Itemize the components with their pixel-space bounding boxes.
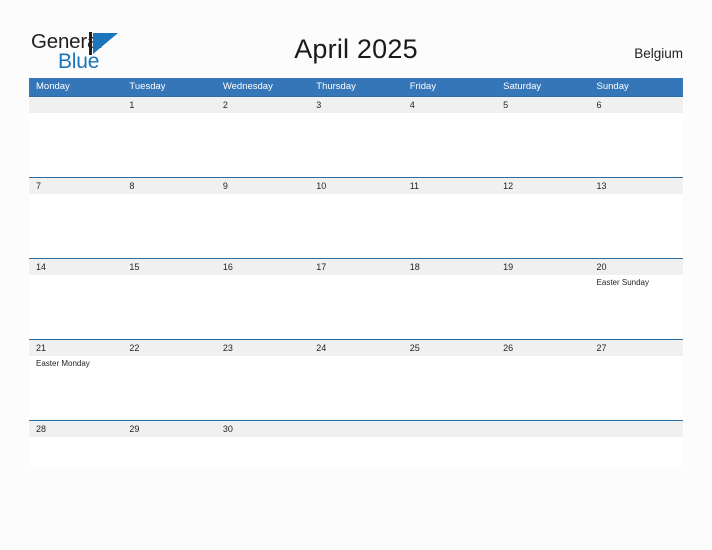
calendar-week-row: 21 22 23 24 25 26 27 Easter Monday [29, 339, 683, 420]
day-cell[interactable] [216, 194, 309, 258]
week-date-band: 28 29 30 [29, 420, 683, 437]
day-cell[interactable] [403, 113, 496, 177]
day-number[interactable]: 15 [122, 259, 215, 275]
day-number[interactable]: 28 [29, 421, 122, 437]
page-header: General Blue April 2025 Belgium [0, 0, 712, 78]
day-number[interactable]: 1 [122, 97, 215, 113]
weekday-header-thursday: Thursday [316, 81, 356, 92]
day-number[interactable]: 4 [403, 97, 496, 113]
day-event: Easter Sunday [596, 278, 650, 287]
week-event-band: Easter Sunday [29, 275, 683, 339]
day-cell[interactable] [590, 437, 683, 467]
week-date-band: 7 8 9 10 11 12 13 [29, 177, 683, 194]
day-number[interactable]: 11 [403, 178, 496, 194]
day-cell[interactable] [496, 275, 589, 339]
day-number[interactable]: 6 [590, 97, 683, 113]
day-cell[interactable] [496, 194, 589, 258]
day-number[interactable]: 14 [29, 259, 122, 275]
calendar-week-row: 7 8 9 10 11 12 13 [29, 177, 683, 258]
country-label: Belgium [634, 46, 683, 61]
day-cell[interactable] [122, 356, 215, 420]
day-number[interactable]: 12 [496, 178, 589, 194]
day-cell[interactable] [403, 356, 496, 420]
day-cell[interactable] [216, 275, 309, 339]
day-cell[interactable] [29, 275, 122, 339]
day-number[interactable]: 2 [216, 97, 309, 113]
day-number[interactable]: 5 [496, 97, 589, 113]
day-cell[interactable] [309, 437, 402, 467]
day-cell[interactable] [590, 356, 683, 420]
day-event: Easter Monday [36, 359, 90, 368]
day-number[interactable] [309, 421, 402, 437]
day-number[interactable]: 9 [216, 178, 309, 194]
day-cell[interactable] [590, 113, 683, 177]
day-cell[interactable] [309, 356, 402, 420]
day-number[interactable]: 17 [309, 259, 402, 275]
day-cell[interactable] [590, 194, 683, 258]
week-event-band [29, 113, 683, 177]
weekday-header-friday: Friday [409, 81, 437, 92]
day-number[interactable] [29, 97, 122, 113]
calendar-week-row: 1 2 3 4 5 6 [29, 96, 683, 177]
day-number[interactable]: 23 [216, 340, 309, 356]
day-number[interactable]: 25 [403, 340, 496, 356]
weekday-header-saturday: Saturday [503, 81, 542, 92]
day-number[interactable] [403, 421, 496, 437]
weekday-header-row: Monday Tuesday Wednesday Thursday Friday… [29, 78, 683, 96]
day-cell[interactable] [309, 194, 402, 258]
day-number[interactable]: 7 [29, 178, 122, 194]
day-cell[interactable] [29, 194, 122, 258]
day-number[interactable]: 8 [122, 178, 215, 194]
day-cell[interactable] [216, 113, 309, 177]
day-cell[interactable] [309, 275, 402, 339]
day-cell[interactable]: Easter Monday [29, 356, 122, 420]
weekday-header-sunday: Sunday [596, 81, 629, 92]
day-cell[interactable] [403, 275, 496, 339]
day-cell[interactable] [122, 194, 215, 258]
day-cell[interactable] [496, 437, 589, 467]
day-number[interactable]: 21 [29, 340, 122, 356]
weekday-header-monday: Monday [36, 81, 70, 92]
day-number[interactable]: 19 [496, 259, 589, 275]
week-date-band: 21 22 23 24 25 26 27 [29, 339, 683, 356]
day-cell[interactable]: Easter Sunday [590, 275, 683, 339]
calendar-grid: Monday Tuesday Wednesday Thursday Friday… [29, 78, 683, 467]
week-event-band: Easter Monday [29, 356, 683, 420]
weekday-header-wednesday: Wednesday [222, 81, 273, 92]
calendar-week-row: 28 29 30 [29, 420, 683, 467]
day-cell[interactable] [29, 437, 122, 467]
day-cell[interactable] [403, 194, 496, 258]
day-cell[interactable] [29, 113, 122, 177]
day-cell[interactable] [122, 437, 215, 467]
day-cell[interactable] [496, 113, 589, 177]
day-cell[interactable] [122, 275, 215, 339]
day-number[interactable]: 30 [216, 421, 309, 437]
day-number[interactable]: 22 [122, 340, 215, 356]
day-number[interactable]: 29 [122, 421, 215, 437]
day-number[interactable]: 10 [309, 178, 402, 194]
week-event-band [29, 194, 683, 258]
day-cell[interactable] [309, 113, 402, 177]
day-number[interactable]: 18 [403, 259, 496, 275]
page-title: April 2025 [294, 34, 418, 64]
day-number[interactable] [590, 421, 683, 437]
day-number[interactable]: 13 [590, 178, 683, 194]
day-number[interactable]: 26 [496, 340, 589, 356]
week-date-band: 14 15 16 17 18 19 20 [29, 258, 683, 275]
weekday-header-tuesday: Tuesday [129, 81, 166, 92]
day-number[interactable]: 3 [309, 97, 402, 113]
day-cell[interactable] [403, 437, 496, 467]
day-number[interactable]: 20 [590, 259, 683, 275]
day-number[interactable]: 24 [309, 340, 402, 356]
day-cell[interactable] [122, 113, 215, 177]
calendar-week-row: 14 15 16 17 18 19 20 Easter Sunday [29, 258, 683, 339]
day-cell[interactable] [496, 356, 589, 420]
day-number[interactable]: 27 [590, 340, 683, 356]
day-number[interactable] [496, 421, 589, 437]
day-number[interactable]: 16 [216, 259, 309, 275]
week-event-band [29, 437, 683, 467]
day-cell[interactable] [216, 437, 309, 467]
day-cell[interactable] [216, 356, 309, 420]
week-date-band: 1 2 3 4 5 6 [29, 96, 683, 113]
